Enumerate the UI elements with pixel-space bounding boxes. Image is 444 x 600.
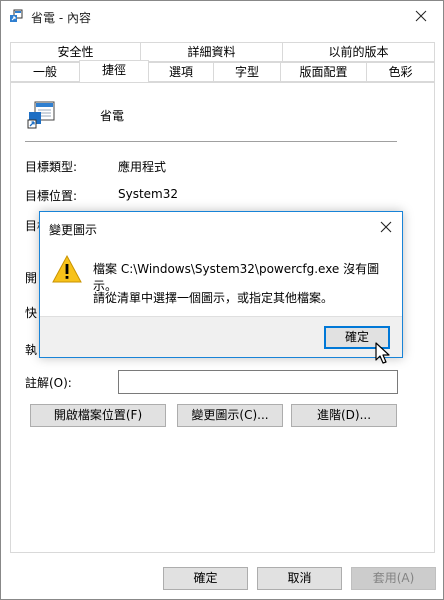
run-label: 執 (25, 343, 38, 357)
tab-previous-versions[interactable]: 以前的版本 (282, 42, 435, 62)
mouse-cursor-icon (375, 342, 390, 364)
advanced-button[interactable]: 進階(D)... (291, 404, 397, 427)
change-icon-button[interactable]: 變更圖示(C)... (177, 404, 283, 427)
window-title: 省電 - 內容 (31, 11, 91, 25)
comment-label: 註解(O): (25, 376, 72, 390)
close-icon[interactable] (376, 217, 396, 237)
dialog-footer: 確定 (40, 316, 402, 357)
apply-button[interactable]: 套用(A) (351, 567, 436, 590)
warning-icon (52, 254, 82, 283)
shortcut-app-icon (10, 9, 23, 22)
target-location-value: System32 (118, 187, 179, 201)
ok-button[interactable]: 確定 (163, 567, 248, 590)
start-in-label: 開 (25, 271, 38, 285)
tab-options[interactable]: 選項 (148, 62, 214, 82)
dialog-message-instruction: 請從清單中選擇一個圖示，或指定其他檔案。 (93, 291, 334, 305)
tab-details[interactable]: 詳細資料 (140, 42, 283, 62)
separator (25, 141, 397, 142)
cancel-button[interactable]: 取消 (257, 567, 342, 590)
shortcut-large-icon (27, 101, 55, 129)
title-bar: 省電 - 內容 (1, 1, 443, 31)
shortcut-name: 省電 (100, 109, 125, 123)
dialog-title: 變更圖示 (49, 223, 98, 237)
comment-input[interactable] (118, 370, 398, 394)
tab-general[interactable]: 一般 (10, 62, 80, 82)
tab-font[interactable]: 字型 (213, 62, 281, 82)
target-type-value: 應用程式 (118, 160, 167, 174)
target-type-label: 目標類型: (25, 160, 78, 174)
tab-shortcut[interactable]: 捷徑 (79, 60, 149, 82)
tab-layout[interactable]: 版面配置 (280, 62, 367, 82)
tab-security[interactable]: 安全性 (10, 42, 141, 62)
close-icon[interactable] (399, 1, 443, 31)
tab-colors[interactable]: 色彩 (366, 62, 435, 82)
open-file-location-button[interactable]: 開啟檔案位置(F) (30, 404, 166, 427)
change-icon-dialog: 變更圖示 檔案 C:\Windows\System32\powercfg.exe… (39, 211, 403, 358)
target-location-label: 目標位置: (25, 189, 78, 203)
shortcut-key-label: 快 (25, 306, 38, 320)
